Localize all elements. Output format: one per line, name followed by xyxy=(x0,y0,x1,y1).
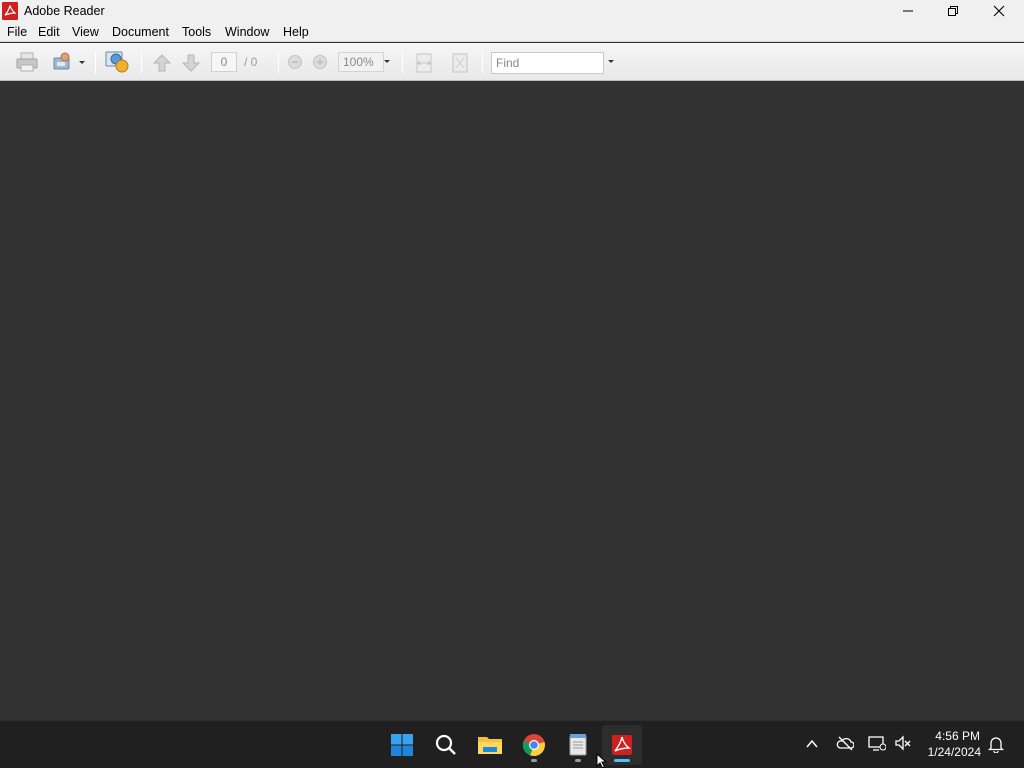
file-explorer-icon xyxy=(478,737,502,754)
toolbar-separator xyxy=(482,52,483,74)
chevron-up-icon[interactable] xyxy=(805,737,819,751)
mouse-cursor-icon xyxy=(596,753,608,768)
menu-window[interactable]: Window xyxy=(225,25,269,39)
taskbar xyxy=(0,720,1024,768)
toolbar-separator xyxy=(95,52,96,74)
menu-edit[interactable]: Edit xyxy=(38,25,60,39)
active-indicator xyxy=(614,759,630,762)
taskbar-chrome[interactable] xyxy=(514,725,554,765)
search-icon xyxy=(435,734,456,755)
menu-bar: File Edit View Document Tools Window Hel… xyxy=(0,22,1024,42)
document-viewer[interactable] xyxy=(0,81,1024,720)
taskbar-file-explorer[interactable] xyxy=(470,725,510,765)
menu-view[interactable]: View xyxy=(72,25,99,39)
taskbar-adobe-reader[interactable] xyxy=(602,725,642,765)
adobe-reader-icon xyxy=(612,735,632,755)
fit-page-icon[interactable] xyxy=(450,52,470,74)
find-dropdown-icon[interactable] xyxy=(607,59,615,65)
close-icon xyxy=(993,5,1005,17)
toolbar: 0 / 0 100% Find xyxy=(0,43,1024,81)
volume-muted-icon[interactable] xyxy=(894,735,912,751)
toolbar-separator xyxy=(278,52,279,74)
share-icon[interactable] xyxy=(51,51,75,73)
maximize-button[interactable] xyxy=(930,0,976,22)
running-indicator xyxy=(531,759,537,762)
adobe-reader-icon xyxy=(2,2,18,20)
collaborate-icon[interactable] xyxy=(103,49,131,75)
toolbar-separator xyxy=(402,52,403,74)
menu-help[interactable]: Help xyxy=(283,25,309,39)
share-dropdown-icon[interactable] xyxy=(78,60,86,66)
start-button[interactable] xyxy=(382,725,422,765)
find-input[interactable]: Find xyxy=(491,52,604,74)
running-indicator xyxy=(575,759,581,762)
zoom-out-icon[interactable] xyxy=(287,54,303,70)
menu-document[interactable]: Document xyxy=(112,25,169,39)
title-bar: Adobe Reader xyxy=(0,0,1024,22)
zoom-dropdown-icon[interactable] xyxy=(383,59,391,65)
next-page-icon[interactable] xyxy=(180,52,202,74)
notification-icon[interactable] xyxy=(988,735,1004,753)
previous-page-icon[interactable] xyxy=(151,52,173,74)
print-icon[interactable] xyxy=(15,51,39,73)
notepad-icon xyxy=(569,734,587,756)
network-icon[interactable] xyxy=(868,735,886,751)
minimize-button[interactable] xyxy=(885,0,931,22)
maximize-icon xyxy=(948,6,958,16)
clock-time[interactable]: 4:56 PM xyxy=(920,729,980,743)
window-title: Adobe Reader xyxy=(24,4,105,18)
zoom-level-field[interactable]: 100% xyxy=(338,52,384,72)
taskbar-search-button[interactable] xyxy=(426,725,466,765)
zoom-in-icon[interactable] xyxy=(312,54,328,70)
menu-tools[interactable]: Tools xyxy=(182,25,211,39)
page-number-input[interactable]: 0 xyxy=(211,52,237,72)
minimize-icon xyxy=(903,10,913,12)
clock-date[interactable]: 1/24/2024 xyxy=(915,745,981,759)
close-button[interactable] xyxy=(976,0,1022,22)
start-icon xyxy=(391,734,413,756)
chrome-icon xyxy=(522,734,545,757)
taskbar-notepad[interactable] xyxy=(558,725,598,765)
fit-width-icon[interactable] xyxy=(414,52,434,74)
menu-file[interactable]: File xyxy=(7,25,27,39)
toolbar-separator xyxy=(141,52,142,74)
onedrive-icon[interactable] xyxy=(836,735,854,751)
page-total: / 0 xyxy=(244,55,258,69)
